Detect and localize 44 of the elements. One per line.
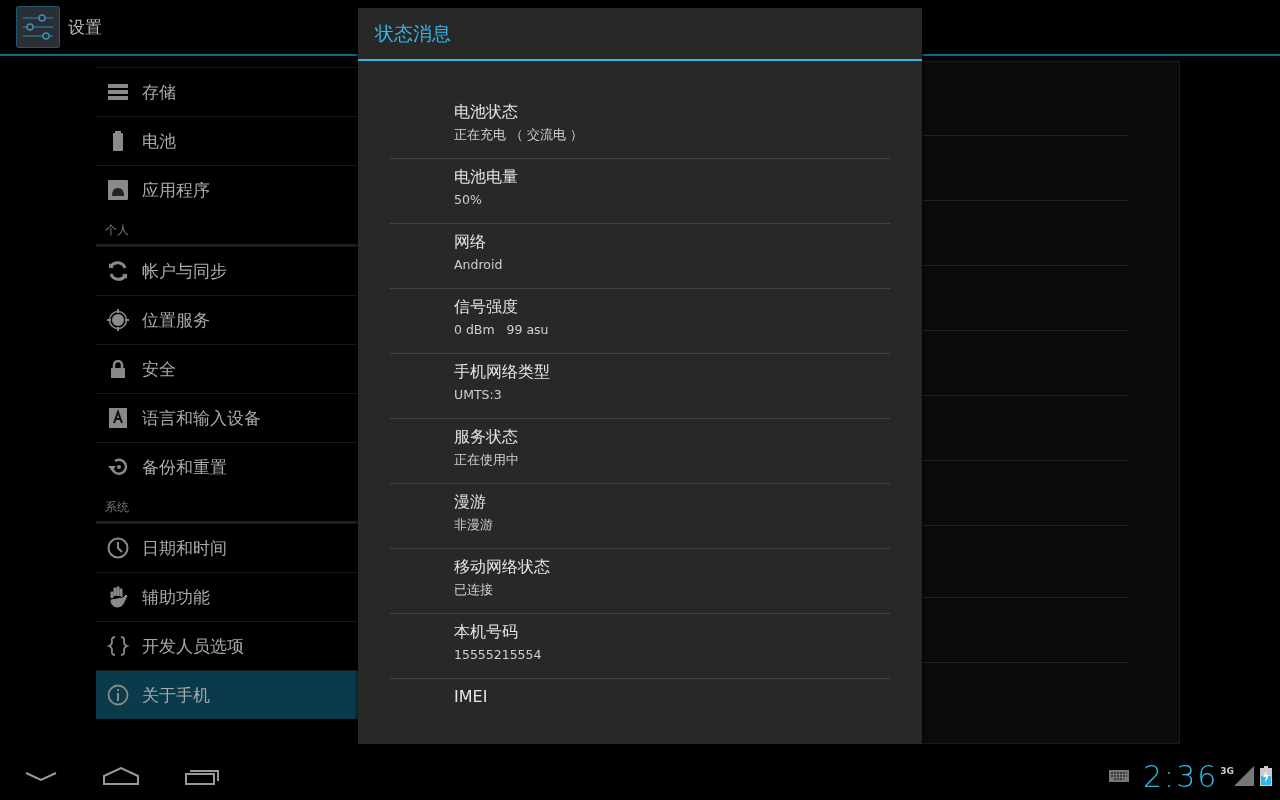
back-icon[interactable] xyxy=(24,769,58,783)
clock: 2:36 xyxy=(1142,758,1219,794)
info-value: Android xyxy=(454,257,503,272)
home-icon[interactable] xyxy=(102,766,140,786)
info-label: 网络 xyxy=(454,232,486,253)
info-label: 本机号码 xyxy=(454,622,518,643)
battery-charging-icon xyxy=(1260,766,1272,786)
android-app-icon xyxy=(106,178,130,202)
app-title: 设置 xyxy=(68,15,102,39)
info-value: 50% xyxy=(454,192,482,207)
info-value: 已连接 xyxy=(454,582,493,599)
info-icon xyxy=(106,683,130,707)
location-icon xyxy=(106,308,130,332)
settings-item[interactable]: 存储 xyxy=(96,67,358,116)
info-label: 电池状态 xyxy=(454,102,518,123)
info-value: 正在充电 （ 交流电 ） xyxy=(454,127,583,144)
info-value: 正在使用中 xyxy=(454,452,519,469)
settings-app-icon[interactable] xyxy=(16,6,60,48)
settings-item[interactable]: 位置服务 xyxy=(96,295,358,344)
settings-item[interactable]: 辅助功能 xyxy=(96,572,358,621)
dialog-title: 状态消息 xyxy=(358,8,922,61)
network-type: 3G xyxy=(1220,766,1234,776)
settings-item[interactable]: 语言和输入设备 xyxy=(96,393,358,442)
settings-item[interactable]: 应用程序 xyxy=(96,165,358,214)
info-label: IMEI xyxy=(454,687,488,706)
braces-icon xyxy=(106,634,130,658)
keyboard-letter-icon xyxy=(106,406,130,430)
info-value: UMTS:3 xyxy=(454,387,502,402)
keyboard-icon[interactable] xyxy=(1108,770,1129,782)
settings-item[interactable]: 电池 xyxy=(96,116,358,165)
info-label: 信号强度 xyxy=(454,297,518,318)
info-label: 移动网络状态 xyxy=(454,557,550,578)
clock-icon xyxy=(106,536,130,560)
info-value: 非漫游 xyxy=(454,517,493,534)
info-label: 漫游 xyxy=(454,492,486,513)
info-value: 0 dBm 99 asu xyxy=(454,322,549,337)
info-value: 15555215554 xyxy=(454,647,542,662)
sync-icon xyxy=(106,259,130,283)
settings-item[interactable]: 安全 xyxy=(96,344,358,393)
settings-item[interactable]: 关于手机 xyxy=(96,670,358,719)
info-label: 电池电量 xyxy=(454,167,518,188)
signal-icon xyxy=(1234,766,1254,786)
info-label: 手机网络类型 xyxy=(454,362,550,383)
info-label: 服务状态 xyxy=(454,427,518,448)
